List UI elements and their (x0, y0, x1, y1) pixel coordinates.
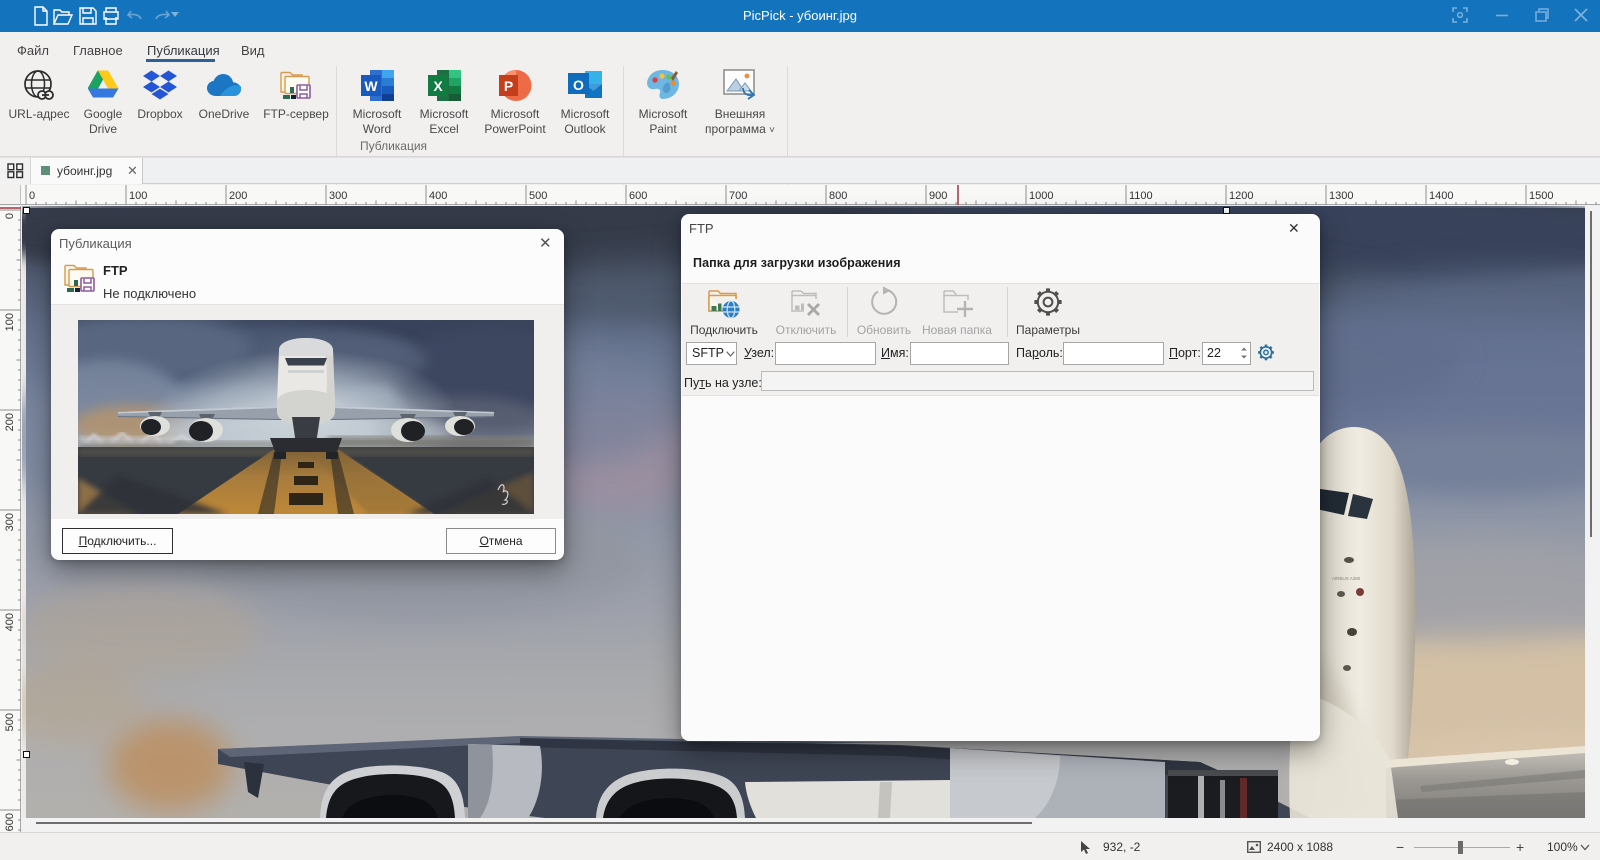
svg-text:X: X (433, 78, 443, 94)
svg-text:1200: 1200 (1229, 190, 1253, 202)
svg-text:300: 300 (4, 513, 16, 531)
svg-text:100: 100 (129, 190, 147, 202)
svg-text:1500: 1500 (1529, 190, 1553, 202)
svg-text:800: 800 (829, 190, 847, 202)
svg-text:400: 400 (429, 190, 447, 202)
svg-text:700: 700 (729, 190, 747, 202)
svg-text:200: 200 (4, 413, 16, 431)
svg-text:0: 0 (29, 190, 35, 202)
svg-text:W: W (364, 78, 378, 94)
svg-text:500: 500 (529, 190, 547, 202)
svg-text:1000: 1000 (1029, 190, 1053, 202)
svg-text:AIRBUS A380: AIRBUS A380 (1332, 576, 1361, 581)
svg-text:P: P (504, 78, 513, 94)
svg-text:400: 400 (4, 613, 16, 631)
svg-text:1100: 1100 (1129, 190, 1153, 202)
svg-text:300: 300 (329, 190, 347, 202)
svg-text:500: 500 (4, 713, 16, 731)
svg-text:600: 600 (4, 813, 16, 831)
svg-text:1400: 1400 (1429, 190, 1453, 202)
svg-text:900: 900 (929, 190, 947, 202)
svg-text:200: 200 (229, 190, 247, 202)
svg-text:600: 600 (629, 190, 647, 202)
svg-text:1300: 1300 (1329, 190, 1353, 202)
svg-text:0: 0 (4, 213, 16, 219)
svg-text:100: 100 (4, 313, 16, 331)
svg-text:O: O (573, 77, 584, 93)
